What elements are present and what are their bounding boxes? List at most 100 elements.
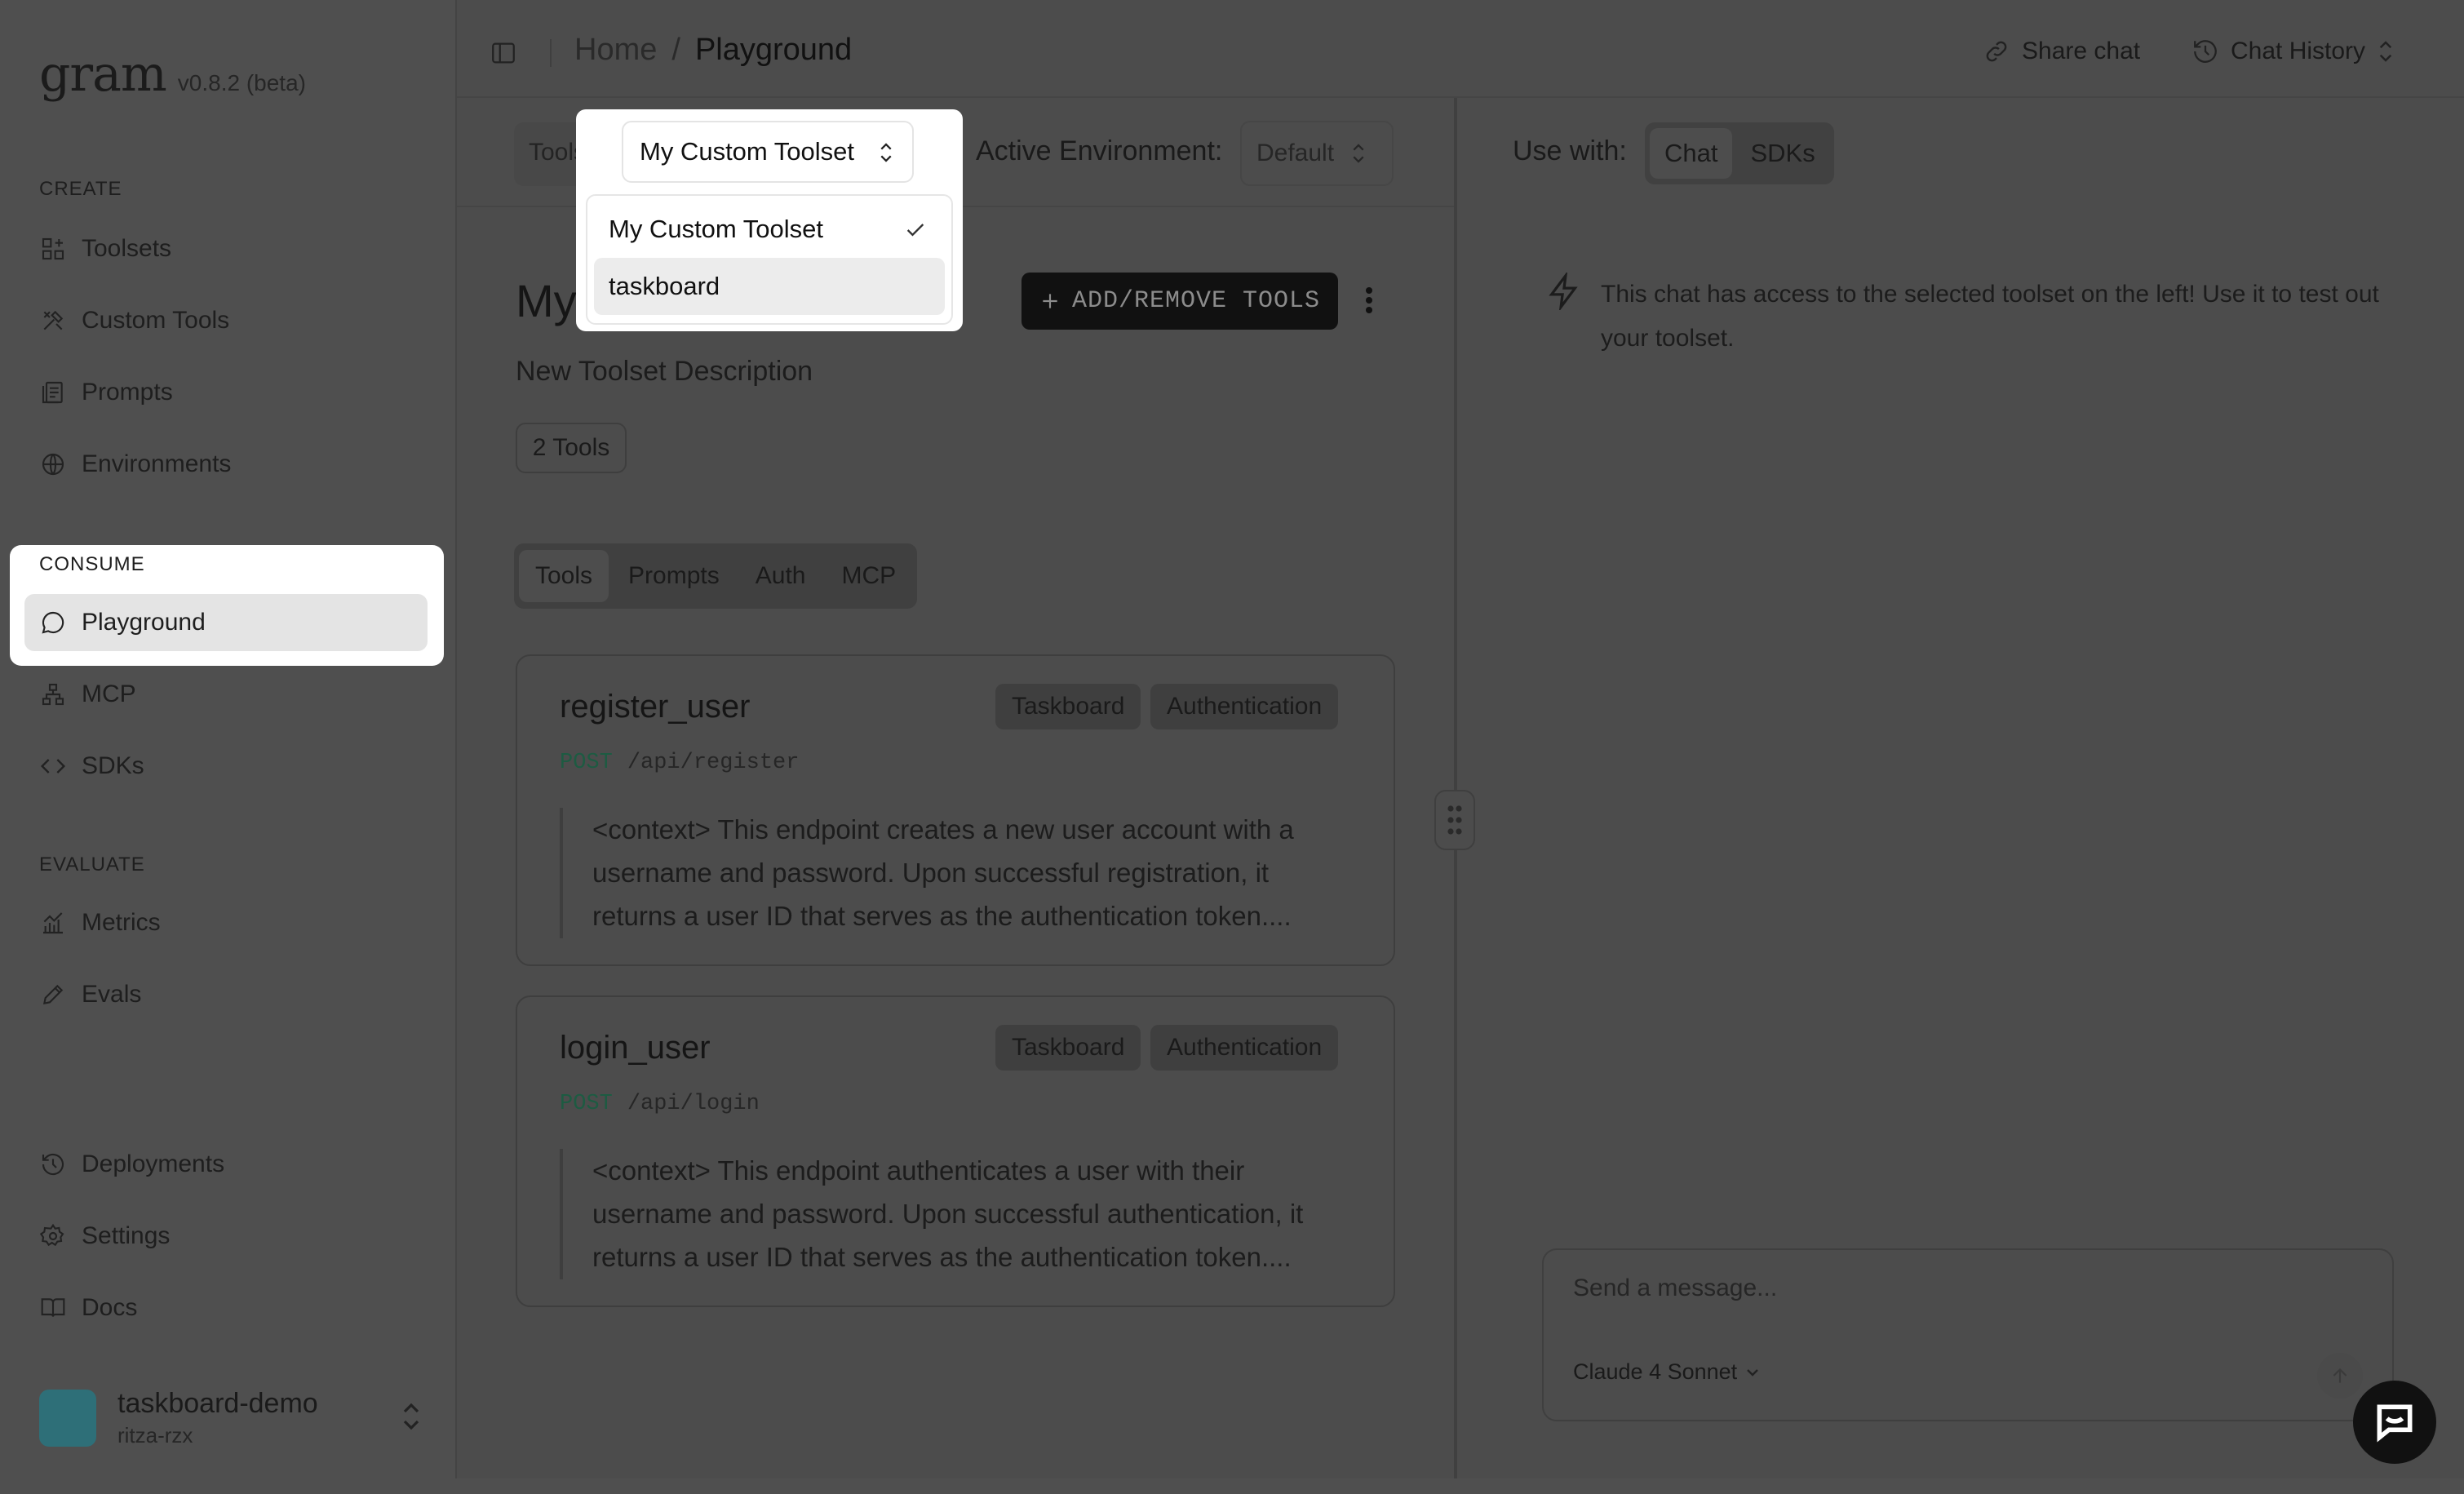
environment-label: Active Environment:: [976, 135, 1223, 166]
sidebar-item-label: Environments: [82, 450, 232, 477]
tool-tag: Taskboard: [995, 684, 1141, 729]
history-icon: [39, 1150, 67, 1178]
sidebar-item-sdks[interactable]: SDKs: [24, 738, 428, 795]
top-bar: Home / Playground Share chat Chat Histor…: [457, 0, 2464, 98]
support-chat-button[interactable]: [2353, 1381, 2436, 1464]
sidebar-item-custom-tools[interactable]: Custom Tools: [24, 292, 428, 349]
tool-endpoint: POST /api/login: [560, 1092, 760, 1116]
chat-notice: This chat has access to the selected too…: [1545, 273, 2384, 361]
sidebar-item-label: Playground: [82, 609, 206, 636]
more-options-icon[interactable]: [1364, 286, 1374, 315]
chevron-up-down-icon: [400, 1402, 423, 1431]
message-input[interactable]: [1573, 1275, 2307, 1302]
chat-bubble-icon: [39, 609, 67, 636]
tool-count-badge: 2 Tools: [516, 423, 627, 473]
tool-name: login_user: [560, 1030, 711, 1066]
sidebar-toggle-icon[interactable]: [490, 39, 517, 67]
add-remove-tools-button[interactable]: ADD/REMOVE TOOLS: [1021, 273, 1338, 330]
sidebar-item-label: MCP: [82, 681, 136, 707]
toolset-option[interactable]: My Custom Toolset: [594, 201, 945, 258]
tab-sdks[interactable]: SDKs: [1735, 128, 1829, 179]
tool-description: <context> This endpoint creates a new us…: [560, 808, 1359, 938]
breadcrumb-current: Playground: [694, 33, 853, 67]
lightning-icon: [1545, 273, 1583, 361]
chevron-up-down-icon: [1350, 141, 1367, 166]
logo-wordmark: gram: [39, 46, 167, 103]
tool-tag: Authentication: [1150, 684, 1339, 729]
sidebar-item-label: Prompts: [82, 379, 173, 406]
sidebar-item-docs[interactable]: Docs: [24, 1279, 428, 1337]
breadcrumb-home[interactable]: Home: [574, 33, 657, 68]
toolset-select[interactable]: My Custom Toolset: [622, 121, 914, 183]
sidebar-item-toolsets[interactable]: Toolsets: [24, 220, 428, 277]
send-button[interactable]: [2317, 1353, 2363, 1399]
tab-chat[interactable]: Chat: [1650, 128, 1733, 179]
breadcrumb: Home / Playground: [574, 33, 852, 68]
environment-value: Default: [1256, 140, 1335, 166]
toolsets-icon: [39, 235, 67, 263]
chevron-up-down-icon: [2377, 38, 2395, 64]
arrow-up-icon: [2329, 1365, 2351, 1386]
message-composer: Claude 4 Sonnet: [1542, 1248, 2394, 1421]
project-switcher[interactable]: taskboard-demo ritza-rzx: [39, 1384, 423, 1452]
app-logo[interactable]: gram v0.8.2 (beta): [39, 46, 306, 103]
tool-tag: Authentication: [1150, 1025, 1339, 1071]
chart-icon: [39, 909, 67, 937]
grip-icon: [1447, 805, 1463, 836]
chat-notice-text: This chat has access to the selected too…: [1601, 281, 2379, 352]
chat-history-button[interactable]: Chat History: [2191, 38, 2395, 65]
chevron-down-icon: [1745, 1365, 1760, 1380]
tab-tools[interactable]: Tools: [519, 550, 609, 602]
sidebar: gram v0.8.2 (beta) CREATE Toolsets Custo…: [0, 0, 455, 1494]
share-chat-button[interactable]: Share chat: [1983, 38, 2140, 65]
sidebar-item-label: Evals: [82, 981, 142, 1008]
sidebar-item-label: SDKs: [82, 752, 144, 779]
sidebar-item-environments[interactable]: Environments: [24, 436, 428, 493]
sidebar-item-label: Metrics: [82, 909, 161, 936]
environment-select[interactable]: Default: [1240, 121, 1394, 186]
toolset-option[interactable]: taskboard: [594, 258, 945, 315]
toolset-dropdown-menu: My Custom Toolset taskboard: [586, 194, 953, 325]
share-chat-label: Share chat: [2022, 38, 2141, 64]
sidebar-item-metrics[interactable]: Metrics: [24, 894, 428, 951]
toolset-description: New Toolset Description: [516, 356, 813, 387]
tool-description: <context> This endpoint authenticates a …: [560, 1149, 1359, 1279]
tool-card[interactable]: register_user Taskboard Authentication P…: [516, 654, 1395, 966]
section-label-consume: CONSUME: [39, 553, 145, 575]
toolset-option-label: taskboard: [609, 272, 720, 300]
sidebar-item-label: Toolsets: [82, 235, 172, 262]
model-name: Claude 4 Sonnet: [1573, 1359, 1738, 1384]
sidebar-item-evals[interactable]: Evals: [24, 966, 428, 1023]
sidebar-item-settings[interactable]: Settings: [24, 1208, 428, 1265]
sidebar-item-mcp[interactable]: MCP: [24, 666, 428, 723]
section-label-create: CREATE: [39, 178, 122, 200]
sidebar-item-deployments[interactable]: Deployments: [24, 1136, 428, 1193]
toolset-title: My: [516, 275, 577, 326]
prompts-icon: [39, 379, 67, 406]
tab-auth[interactable]: Auth: [739, 550, 822, 602]
section-label-evaluate: EVALUATE: [39, 853, 145, 876]
book-icon: [39, 1294, 67, 1322]
breadcrumb-separator: /: [671, 33, 680, 67]
resize-handle[interactable]: [1434, 790, 1475, 850]
project-org: ritza-rzx: [117, 1423, 193, 1447]
code-icon: [39, 752, 67, 780]
tab-prompts[interactable]: Prompts: [612, 550, 736, 602]
chevron-up-down-icon: [878, 140, 894, 165]
endpoint-path: /api/login: [627, 1092, 760, 1116]
chat-history-label: Chat History: [2231, 38, 2366, 64]
link-icon: [1983, 38, 2010, 65]
sidebar-item-label: Deployments: [82, 1150, 225, 1177]
history-icon: [2191, 38, 2219, 65]
custom-tools-icon: [39, 307, 67, 335]
tool-card[interactable]: login_user Taskboard Authentication POST…: [516, 995, 1395, 1307]
model-selector[interactable]: Claude 4 Sonnet: [1573, 1359, 1760, 1385]
http-method: POST: [560, 1092, 613, 1116]
check-icon: [904, 219, 927, 242]
tab-mcp[interactable]: MCP: [825, 550, 912, 602]
panel-divider: [1454, 98, 1457, 1478]
sidebar-item-playground[interactable]: Playground: [24, 594, 428, 651]
toolset-selected-value: My Custom Toolset: [640, 137, 855, 166]
sidebar-item-prompts[interactable]: Prompts: [24, 364, 428, 421]
gear-icon: [39, 1222, 67, 1250]
